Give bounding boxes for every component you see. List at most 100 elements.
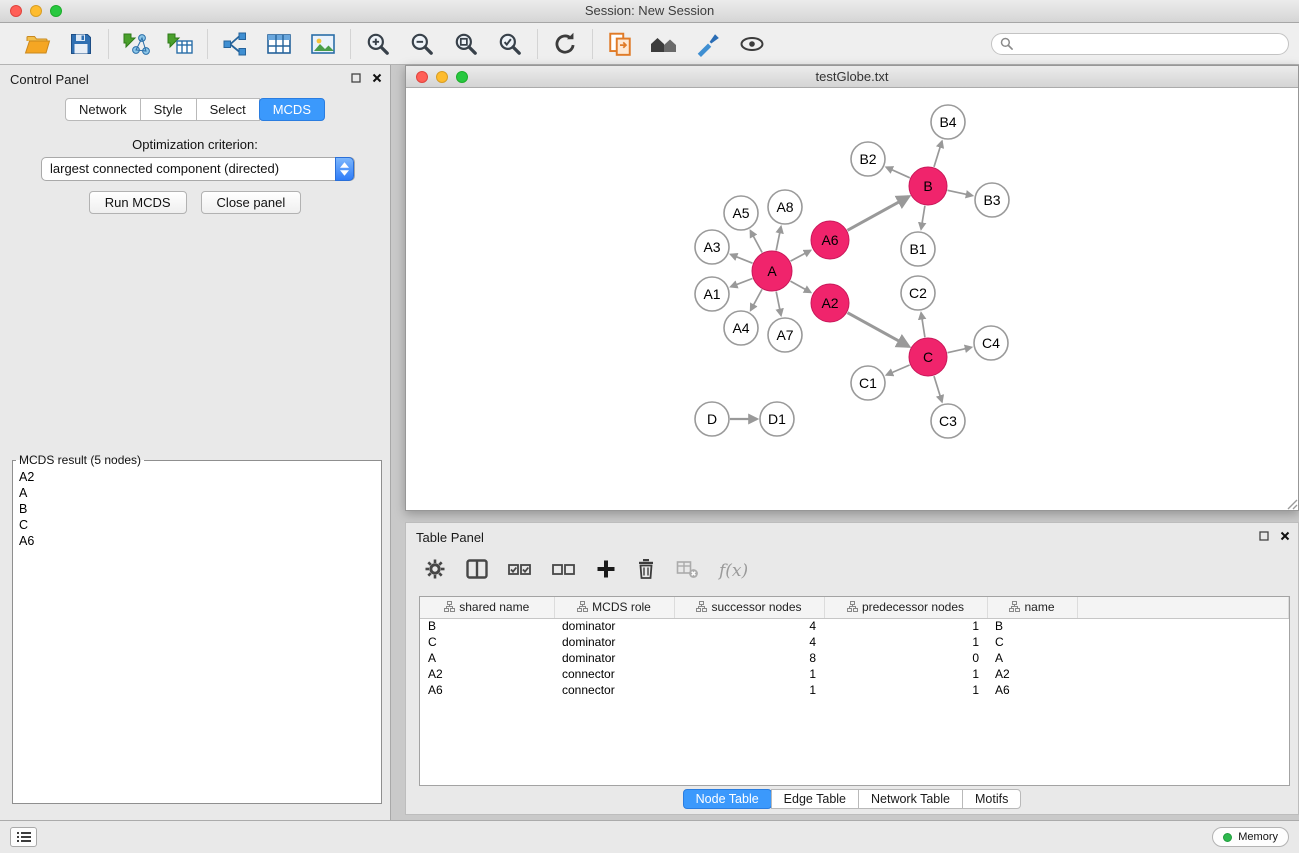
node-C1[interactable]: C1 [851,366,885,400]
node-B1[interactable]: B1 [901,232,935,266]
control-tab-style[interactable]: Style [140,98,197,121]
edge-B-B2[interactable] [886,167,910,178]
table-row[interactable]: Bdominator41B [420,618,1289,634]
zoom-out-icon[interactable] [407,29,437,59]
table-cell[interactable]: A [987,650,1077,666]
edge-C-C4[interactable] [948,347,972,352]
style-brush-icon[interactable] [693,29,723,59]
table-cell[interactable]: 4 [674,618,824,634]
columns-icon[interactable] [466,559,488,584]
node-D[interactable]: D [695,402,729,436]
close-window-button[interactable] [10,5,22,17]
network-minimize-button[interactable] [436,71,448,83]
result-item[interactable]: A [13,485,381,501]
edge-B-B1[interactable] [921,206,925,229]
zoom-window-button[interactable] [50,5,62,17]
node-B3[interactable]: B3 [975,183,1009,217]
node-C2[interactable]: C2 [901,276,935,310]
node-A1[interactable]: A1 [695,277,729,311]
gear-icon[interactable] [424,558,446,585]
table-tab-network-table[interactable]: Network Table [858,789,963,809]
select-all-icon[interactable] [508,560,532,583]
new-network-icon[interactable] [220,29,250,59]
close-panel-icon[interactable] [372,73,382,83]
table-cell[interactable]: 1 [824,634,987,650]
result-item[interactable]: C [13,517,381,533]
node-A4[interactable]: A4 [724,311,758,345]
column-header-shared-name[interactable]: shared name [420,597,554,618]
zoom-in-icon[interactable] [363,29,393,59]
table-cell[interactable]: 0 [824,650,987,666]
column-header-predecessor-nodes[interactable]: predecessor nodes [824,597,987,618]
resize-grip-icon[interactable] [1284,496,1298,510]
edge-A-A5[interactable] [750,231,762,253]
node-A8[interactable]: A8 [768,190,802,224]
table-cell[interactable]: dominator [554,618,674,634]
table-cell[interactable]: C [420,634,554,650]
zoom-fit-icon[interactable] [451,29,481,59]
edge-C-C3[interactable] [934,376,942,402]
function-builder-icon[interactable]: f(x) [719,561,748,581]
float-table-panel-icon[interactable] [1259,531,1269,541]
table-cell[interactable]: C [987,634,1077,650]
node-A6[interactable]: A6 [811,221,849,259]
delete-table-icon[interactable] [676,559,699,584]
network-close-button[interactable] [416,71,428,83]
network-canvas[interactable]: AA2A6BCA1A3A4A5A7A8B1B2B3B4C1C2C3C4DD1 [406,88,1298,510]
table-cell[interactable]: 4 [674,634,824,650]
float-panel-icon[interactable] [351,73,361,83]
table-row[interactable]: Adominator80A [420,650,1289,666]
node-A5[interactable]: A5 [724,196,758,230]
add-row-icon[interactable] [596,559,616,584]
table-cell[interactable]: connector [554,682,674,698]
node-B4[interactable]: B4 [931,105,965,139]
table-cell[interactable]: 1 [824,682,987,698]
table-tab-node-table[interactable]: Node Table [683,789,772,809]
table-row[interactable]: A2connector11A2 [420,666,1289,682]
minimize-window-button[interactable] [30,5,42,17]
home-view-icon[interactable] [649,29,679,59]
node-C4[interactable]: C4 [974,326,1008,360]
edge-A-A8[interactable] [776,227,781,251]
table-cell[interactable]: B [420,618,554,634]
node-A[interactable]: A [752,251,792,291]
edge-C-C2[interactable] [921,313,925,337]
table-cell[interactable]: dominator [554,650,674,666]
edge-A-A6[interactable] [791,250,811,261]
table-cell[interactable]: 1 [674,682,824,698]
edge-B-B3[interactable] [948,190,973,195]
table-cell[interactable]: A2 [987,666,1077,682]
export-image-icon[interactable] [308,29,338,59]
table-cell[interactable]: A6 [987,682,1077,698]
table-cell[interactable]: A6 [420,682,554,698]
node-A3[interactable]: A3 [695,230,729,264]
edge-C-C1[interactable] [886,365,909,375]
open-file-icon[interactable] [22,29,52,59]
table-cell[interactable]: 1 [674,666,824,682]
node-B2[interactable]: B2 [851,142,885,176]
node-B[interactable]: B [909,167,947,205]
refresh-icon[interactable] [550,29,580,59]
edge-A-A2[interactable] [790,281,810,292]
result-item[interactable]: A6 [13,533,381,549]
clipboard-icon[interactable] [605,29,635,59]
column-header-mcds-role[interactable]: MCDS role [554,597,674,618]
control-tab-network[interactable]: Network [65,98,141,121]
table-cell[interactable]: A2 [420,666,554,682]
column-header-successor-nodes[interactable]: successor nodes [674,597,824,618]
table-cell[interactable]: 8 [674,650,824,666]
column-header-name[interactable]: name [987,597,1077,618]
edge-A-A4[interactable] [751,289,762,310]
run-mcds-button[interactable]: Run MCDS [89,191,187,214]
table-tab-edge-table[interactable]: Edge Table [771,789,859,809]
table-tab-motifs[interactable]: Motifs [962,789,1021,809]
node-D1[interactable]: D1 [760,402,794,436]
edge-A2-C[interactable] [848,313,909,347]
edge-B-B4[interactable] [934,141,942,167]
zoom-selected-icon[interactable] [495,29,525,59]
search-input[interactable] [1018,36,1280,52]
node-C3[interactable]: C3 [931,404,965,438]
table-cell[interactable]: 1 [824,666,987,682]
deselect-all-icon[interactable] [552,560,576,583]
table-cell[interactable]: A [420,650,554,666]
